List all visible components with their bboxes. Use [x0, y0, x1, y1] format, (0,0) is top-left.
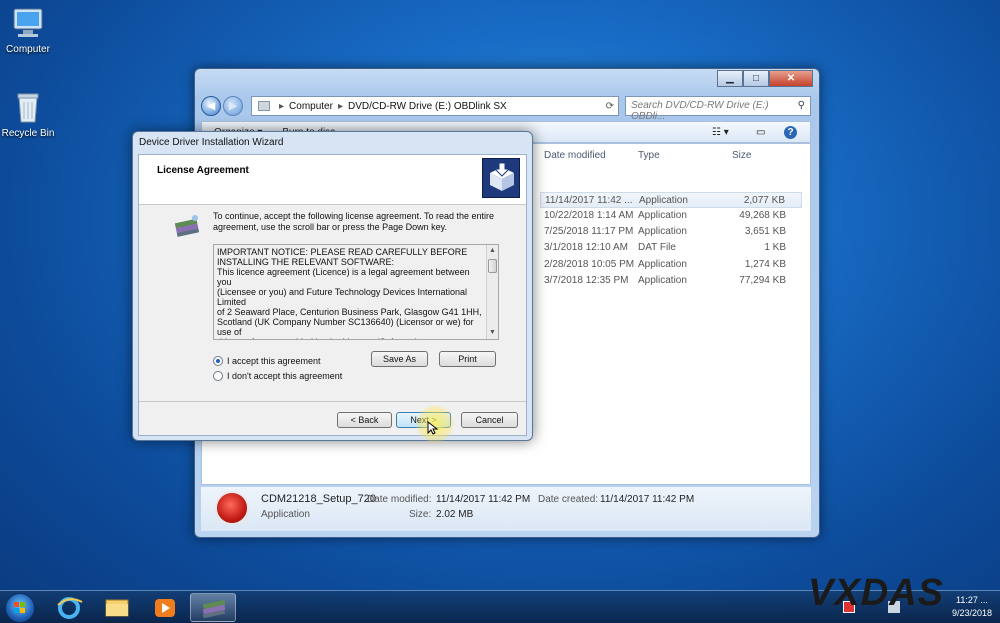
accept-radio[interactable] [213, 356, 223, 366]
dialog-divider [139, 401, 526, 402]
license-textbox[interactable]: IMPORTANT NOTICE: PLEASE READ CAREFULLY … [213, 244, 499, 340]
intro-text: To continue, accept the following licens… [213, 211, 495, 232]
dialog-body: License Agreement To continue, accept th… [138, 154, 527, 436]
internet-explorer-icon[interactable] [46, 593, 92, 622]
file-size: 2,077 KB [743, 195, 785, 206]
maximize-button[interactable]: □ [743, 70, 769, 87]
file-date: 10/22/2018 1:14 AM [544, 210, 634, 221]
preview-pane-icon[interactable]: ▭ [756, 127, 765, 138]
breadcrumb-computer[interactable]: Computer [289, 101, 333, 112]
decline-label: I don't accept this agreement [227, 371, 343, 381]
taskbar-clock[interactable]: 11:27 ... 9/23/2018 [952, 594, 992, 620]
details-size: 2.02 MB [436, 509, 474, 520]
search-placeholder: Search DVD/CD-RW Drive (E:) OBDli... [631, 100, 769, 122]
file-type: Application [638, 210, 687, 221]
recycle-bin-icon [11, 90, 45, 124]
computer-icon [11, 6, 45, 40]
help-icon[interactable]: ? [784, 125, 797, 139]
address-bar[interactable]: ▸ Computer ▸ DVD/CD-RW Drive (E:) OBDlin… [251, 96, 619, 116]
clock-time: 11:27 ... [956, 595, 988, 605]
file-type: DAT File [638, 242, 676, 253]
close-button[interactable]: ✕ [769, 70, 813, 87]
dialog-header: License Agreement [139, 155, 526, 205]
address-row: ◀ ▶ ▸ Computer ▸ DVD/CD-RW Drive (E:) OB… [201, 95, 811, 122]
minimize-button[interactable]: ▁ [717, 70, 743, 87]
desktop-icon-label: Computer [6, 44, 50, 55]
details-modified: 11/14/2017 11:42 PM [436, 494, 531, 505]
details-size-label: Size: [409, 509, 432, 520]
file-row[interactable]: 11/14/2017 11:42 ... Application 2,077 K… [540, 192, 802, 208]
file-size: 1 KB [764, 242, 786, 253]
mouse-pointer-icon [427, 420, 439, 435]
drive-icon [258, 101, 270, 111]
desktop-icon-recycle-bin[interactable]: Recycle Bin [0, 90, 60, 139]
file-date: 11/14/2017 11:42 ... [545, 195, 633, 206]
dialog-heading: License Agreement [157, 165, 249, 176]
details-kind: Application [261, 509, 310, 520]
back-arrow-icon[interactable]: ◀ [201, 96, 221, 116]
decline-radio[interactable] [213, 371, 223, 381]
file-size: 49,268 KB [739, 210, 786, 221]
driver-install-icon [173, 213, 201, 237]
back-button[interactable]: < Back [337, 412, 392, 428]
print-button[interactable]: Print [439, 351, 496, 367]
file-app-icon [215, 491, 249, 525]
column-date-modified[interactable]: Date modified [544, 150, 606, 161]
file-row[interactable]: 7/25/2018 11:17 PM Application 3,651 KB [540, 224, 802, 240]
scroll-thumb[interactable] [488, 259, 497, 273]
file-row[interactable]: 2/28/2018 10:05 PM Application 1,274 KB [540, 257, 802, 273]
file-date: 2/28/2018 10:05 PM [544, 259, 635, 270]
file-size: 1,274 KB [744, 259, 786, 270]
decline-radio-option[interactable]: I don't accept this agreement [213, 371, 342, 381]
dialog-title: Device Driver Installation Wizard [139, 137, 284, 148]
save-as-button[interactable]: Save As [371, 351, 428, 367]
scroll-down-icon[interactable]: ▼ [487, 327, 498, 339]
details-pane: CDM21218_Setup_720 Application Date modi… [201, 487, 811, 531]
file-date: 3/1/2018 12:10 AM [544, 242, 628, 253]
details-modified-label: Date modified: [367, 494, 432, 505]
file-row[interactable]: 3/1/2018 12:10 AM DAT File 1 KB [540, 240, 802, 256]
license-text: IMPORTANT NOTICE: PLEASE READ CAREFULLY … [217, 247, 482, 339]
installation-wizard-dialog: Device Driver Installation Wizard Licens… [132, 131, 533, 441]
details-created-label: Date created: [538, 494, 599, 505]
file-row[interactable]: 10/22/2018 1:14 AM Application 49,268 KB [540, 208, 802, 224]
file-type: Application [639, 195, 688, 206]
view-options-icon[interactable]: ☷ ▾ [712, 127, 729, 138]
window-controls: ▁ □ ✕ [717, 70, 813, 87]
file-explorer-icon[interactable] [94, 593, 140, 622]
start-button-icon[interactable] [5, 593, 35, 623]
file-size: 77,294 KB [739, 275, 786, 286]
desktop-icon-computer[interactable]: Computer [0, 6, 60, 55]
media-player-icon[interactable] [142, 593, 188, 622]
cancel-button[interactable]: Cancel [461, 412, 518, 428]
watermark-logo: VXDAS [808, 572, 944, 614]
column-type[interactable]: Type [638, 150, 660, 161]
file-size: 3,651 KB [744, 226, 786, 237]
file-date: 3/7/2018 12:35 PM [544, 275, 629, 286]
file-date: 7/25/2018 11:17 PM [544, 226, 634, 237]
forward-arrow-icon[interactable]: ▶ [223, 96, 243, 116]
wizard-logo-icon [482, 158, 520, 198]
search-input[interactable]: Search DVD/CD-RW Drive (E:) OBDli... ⚲ [625, 96, 811, 122]
desktop-icon-label: Recycle Bin [1, 128, 55, 139]
license-scrollbar[interactable]: ▲ ▼ [486, 245, 498, 339]
search-icon: ⚲ [797, 100, 805, 111]
details-created: 11/14/2017 11:42 PM [600, 494, 695, 505]
file-row[interactable]: 3/7/2018 12:35 PM Application 77,294 KB [540, 273, 802, 289]
breadcrumb-drive[interactable]: DVD/CD-RW Drive (E:) OBDlink SX [348, 101, 507, 112]
file-type: Application [638, 275, 687, 286]
accept-label: I accept this agreement [227, 356, 321, 366]
chevron-right-icon: ▸ [337, 100, 343, 112]
details-file-name: CDM21218_Setup_720 [261, 493, 376, 505]
column-size[interactable]: Size [732, 150, 751, 161]
file-type: Application [638, 259, 687, 270]
file-type: Application [638, 226, 687, 237]
scroll-up-icon[interactable]: ▲ [487, 245, 498, 257]
refresh-icon[interactable]: ⟳ [606, 101, 614, 112]
wizard-taskbar-icon[interactable] [190, 593, 236, 622]
clock-date: 9/23/2018 [951, 608, 992, 618]
accept-radio-option[interactable]: I accept this agreement [213, 356, 321, 366]
chevron-right-icon: ▸ [279, 100, 285, 112]
